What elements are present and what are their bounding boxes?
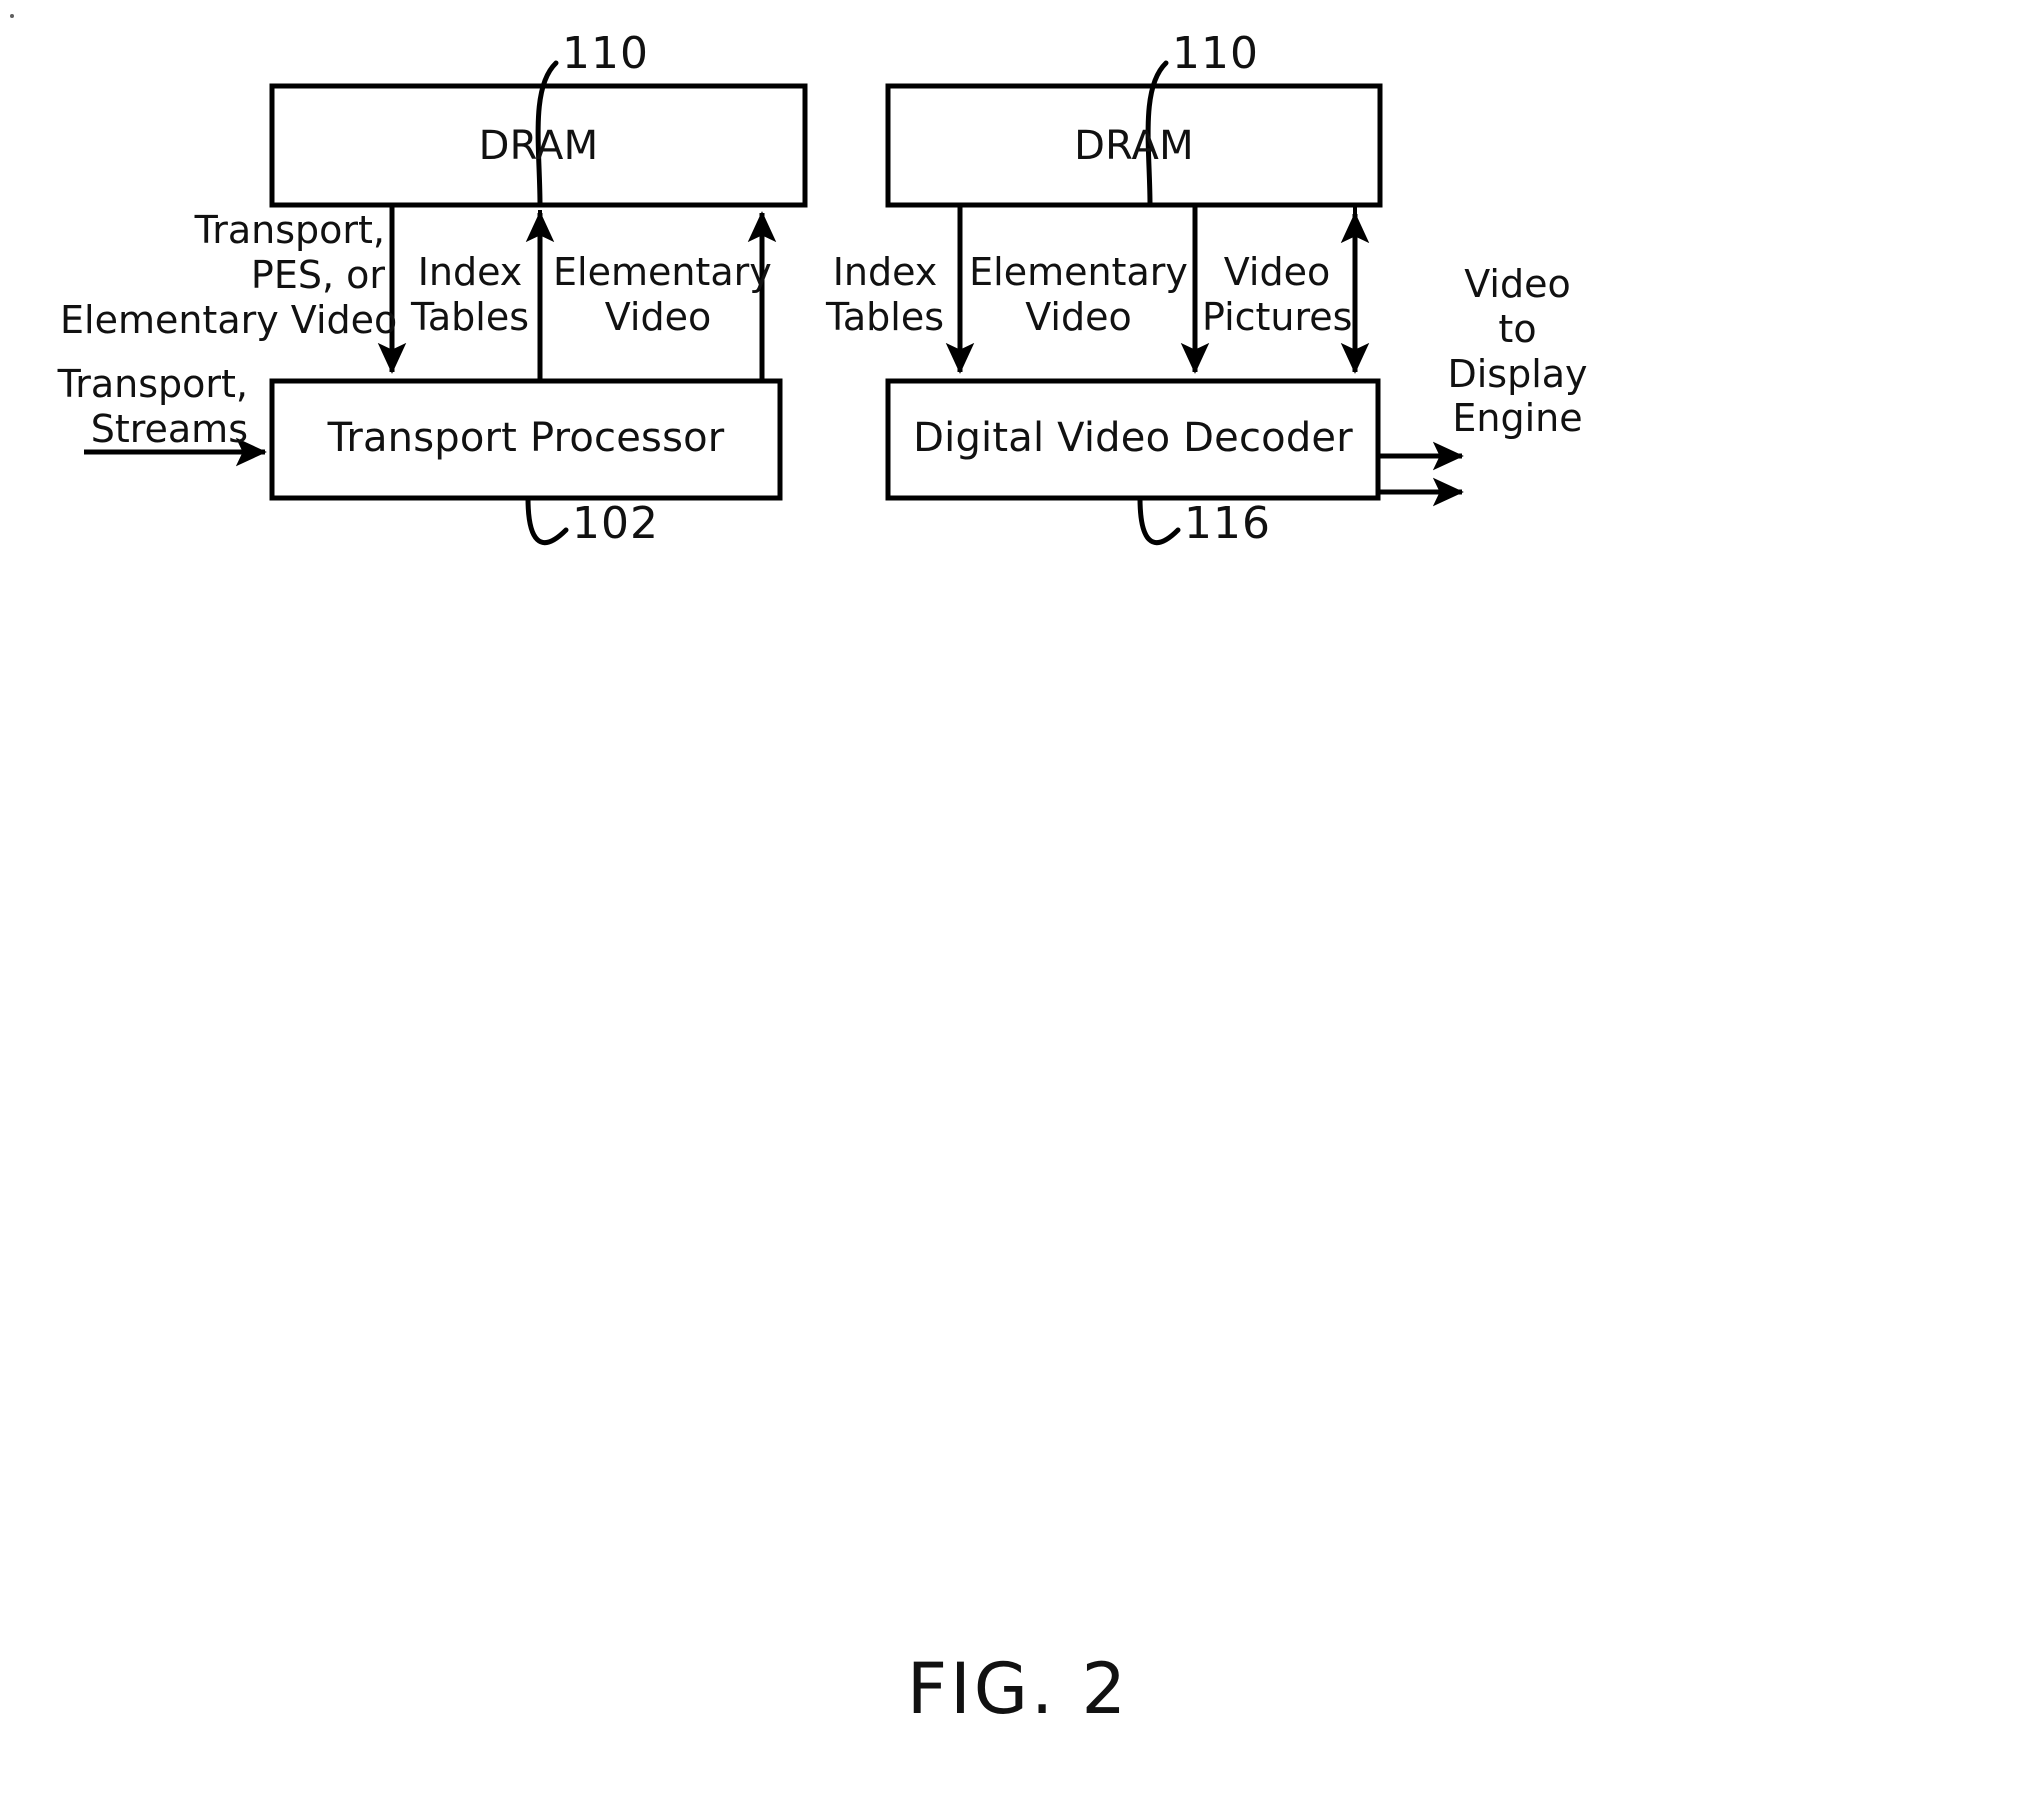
digital-video-decoder-leader-line [1137, 495, 1181, 545]
scan-speck [10, 14, 14, 18]
left-index-tables-label: Index Tables [410, 250, 530, 339]
transport-pes-elementary-video-label: Transport, PES, or Elementary Video [60, 208, 398, 342]
left-elementary-video-label: Elementary Video [553, 250, 772, 339]
right-elementary-video-label: Elementary Video [969, 250, 1188, 339]
transport-processor-ref-number: 102 [572, 498, 659, 549]
transport-processor-leader-line [525, 495, 569, 545]
video-pictures-label: Video Pictures [1202, 250, 1353, 339]
digital-video-decoder-box-label: Digital Video Decoder [913, 415, 1353, 461]
right-index-tables-label: Index Tables [825, 250, 945, 339]
digital-video-decoder-ref-number: 116 [1184, 498, 1271, 549]
transport-processor-box-label: Transport Processor [327, 415, 725, 461]
left-dram-ref-number: 110 [562, 28, 649, 79]
right-dram-box-label: DRAM [1074, 123, 1194, 169]
right-dram-ref-number: 110 [1172, 28, 1259, 79]
video-to-display-engine-label: Video to Display Engine [1447, 262, 1588, 441]
transport-streams-label: Transport, Streams [57, 362, 248, 451]
patent-figure: 110 DRAM Transport, PES, or Elementary V… [0, 0, 2036, 1813]
left-dram-box-label: DRAM [478, 123, 599, 169]
figure-caption: FIG. 2 [906, 1648, 1130, 1730]
